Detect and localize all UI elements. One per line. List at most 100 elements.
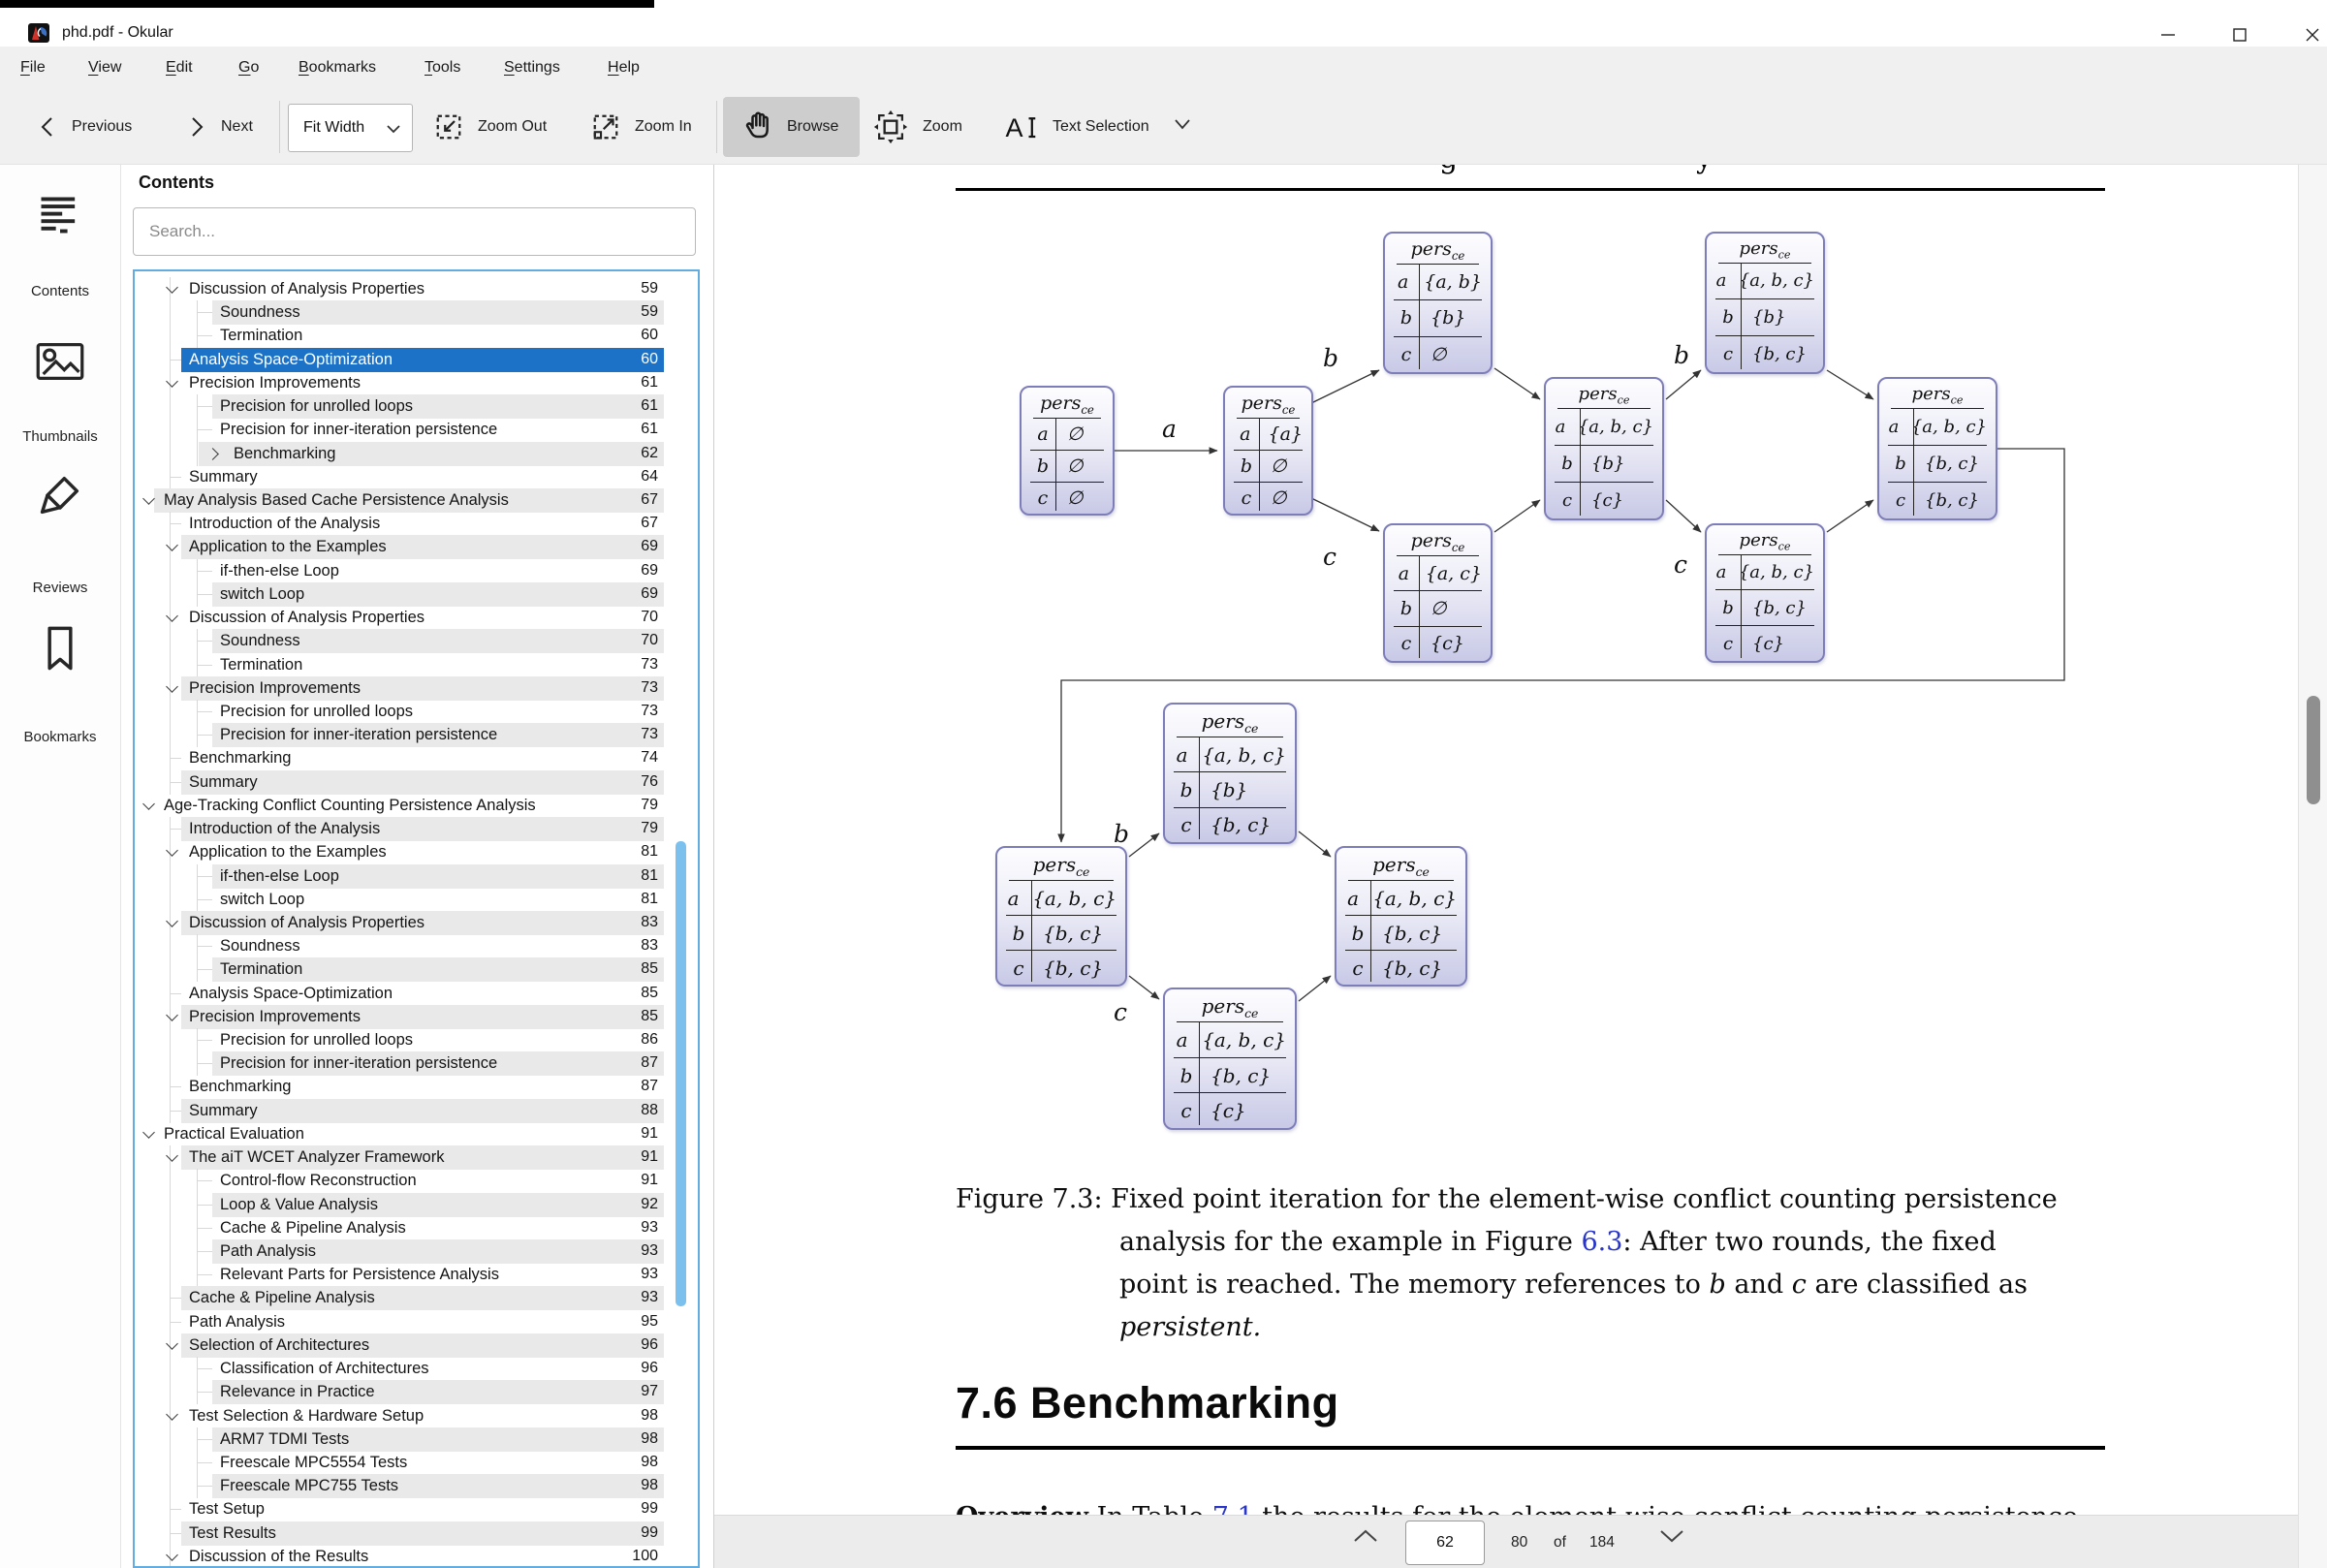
toc-row[interactable]: Selection of Architectures96 (135, 1333, 698, 1358)
toc-row[interactable]: Introduction of the Analysis67 (135, 512, 698, 536)
titlebar[interactable]: phd.pdf - Okular (0, 8, 2327, 47)
toc-row[interactable]: Soundness83 (135, 934, 698, 958)
toc-row[interactable]: Discussion of Analysis Properties59 (135, 277, 698, 301)
text-selection-button[interactable]: A Text Selection (1004, 89, 1169, 165)
chevron-expanded-icon[interactable] (166, 540, 178, 552)
rail-label-thumbnails[interactable]: Thumbnails (0, 428, 120, 445)
page-number-input[interactable]: 62 (1405, 1521, 1485, 1565)
toc-row[interactable]: The aiT WCET Analyzer Framework91 (135, 1145, 698, 1170)
toc-row[interactable]: Age-Tracking Conflict Counting Persisten… (135, 794, 698, 818)
toc-row[interactable]: Freescale MPC5554 Tests98 (135, 1451, 698, 1475)
search-input[interactable] (133, 207, 696, 256)
chevron-expanded-icon[interactable] (142, 798, 155, 810)
toc-row[interactable]: Relevance in Practice97 (135, 1380, 698, 1404)
toc-row[interactable]: Summary76 (135, 770, 698, 795)
chevron-expanded-icon[interactable] (166, 281, 178, 294)
toc-row[interactable]: Discussion of Analysis Properties70 (135, 606, 698, 630)
rail-label-contents[interactable]: Contents (0, 283, 120, 299)
toc-row[interactable]: Precision for inner-iteration persistenc… (135, 1051, 698, 1076)
pdf-page-view[interactable]: gy Figure 7.3: Fixed point iteration for… (714, 165, 2298, 1568)
chevron-expanded-icon[interactable] (166, 1408, 178, 1421)
toc-row[interactable]: Benchmarking74 (135, 746, 698, 770)
toc-row[interactable]: if-then-else Loop69 (135, 559, 698, 583)
toc-row[interactable]: Test Setup99 (135, 1497, 698, 1521)
toc-row[interactable]: Application to the Examples69 (135, 535, 698, 559)
toc-row[interactable]: Benchmarking87 (135, 1075, 698, 1099)
cross-reference-link[interactable]: 6.3 (1581, 1227, 1622, 1257)
chevron-expanded-icon[interactable] (166, 1337, 178, 1350)
toc-row[interactable]: Test Selection & Hardware Setup98 (135, 1404, 698, 1428)
toc-row[interactable]: Soundness59 (135, 300, 698, 325)
chevron-expanded-icon[interactable] (166, 680, 178, 693)
zoom-out-button[interactable]: Zoom Out (431, 89, 567, 165)
toc-row[interactable]: Precision for unrolled loops86 (135, 1028, 698, 1052)
previous-button[interactable]: Previous (29, 89, 184, 165)
chevron-expanded-icon[interactable] (166, 1009, 178, 1021)
toc-row[interactable]: Path Analysis95 (135, 1310, 698, 1334)
toc-row[interactable]: Control-flow Reconstruction91 (135, 1169, 698, 1193)
toc-row[interactable]: Precision Improvements73 (135, 676, 698, 701)
toc-row[interactable]: Termination60 (135, 324, 698, 348)
chevron-expanded-icon[interactable] (166, 915, 178, 927)
rail-item-thumbnails[interactable] (0, 336, 120, 392)
zoom-level-select[interactable]: Fit Width (288, 104, 413, 152)
toc-row[interactable]: switch Loop69 (135, 582, 698, 607)
toc-row[interactable]: Discussion of Analysis Properties83 (135, 911, 698, 935)
chevron-expanded-icon[interactable] (166, 375, 178, 388)
scrollbar-thumb[interactable] (2307, 696, 2320, 804)
toc-row[interactable]: Precision for unrolled loops61 (135, 394, 698, 419)
toc-row[interactable]: Summary64 (135, 465, 698, 489)
toc-row[interactable]: Introduction of the Analysis79 (135, 817, 698, 841)
toc-row[interactable]: Freescale MPC755 Tests98 (135, 1474, 698, 1498)
menu-bookmarks[interactable]: Bookmarks (293, 47, 382, 89)
toc-row[interactable]: Relevant Parts for Persistence Analysis9… (135, 1263, 698, 1287)
menu-edit[interactable]: Edit (160, 47, 199, 89)
toc-row[interactable]: Soundness70 (135, 629, 698, 653)
chevron-expanded-icon[interactable] (142, 492, 155, 505)
toc-row[interactable]: ARM7 TDMI Tests98 (135, 1427, 698, 1452)
previous-page-button[interactable] (1350, 1527, 1393, 1558)
menu-go[interactable]: Go (233, 47, 265, 89)
vertical-scrollbar[interactable] (2298, 165, 2327, 1568)
menu-file[interactable]: File (15, 47, 51, 89)
toc-row[interactable]: Path Analysis93 (135, 1239, 698, 1264)
menu-tools[interactable]: Tools (419, 47, 466, 89)
chevron-expanded-icon[interactable] (166, 610, 178, 622)
chevron-expanded-icon[interactable] (166, 1549, 178, 1561)
toc-row[interactable]: Discussion of the Results100 (135, 1545, 698, 1568)
toc-row[interactable]: switch Loop81 (135, 888, 698, 912)
toc-row[interactable]: Classification of Architectures96 (135, 1357, 698, 1381)
toc-row[interactable]: Analysis Space-Optimization60 (135, 348, 698, 372)
next-page-button[interactable] (1656, 1527, 1699, 1558)
toc-row[interactable]: Precision for unrolled loops73 (135, 700, 698, 724)
toc-row[interactable]: Precision Improvements61 (135, 371, 698, 395)
zoom-tool-button[interactable]: Zoom (872, 89, 989, 165)
toc-row[interactable]: Summary88 (135, 1099, 698, 1123)
toc-row[interactable]: Precision for inner-iteration persistenc… (135, 723, 698, 747)
toc-row[interactable]: Cache & Pipeline Analysis93 (135, 1286, 698, 1310)
toc-row[interactable]: Test Results99 (135, 1521, 698, 1546)
zoom-in-button[interactable]: Zoom In (588, 89, 710, 165)
toc-row[interactable]: if-then-else Loop81 (135, 864, 698, 889)
browse-tool-button[interactable]: Browse (723, 97, 860, 157)
toc-row[interactable]: Practical Evaluation91 (135, 1122, 698, 1146)
chevron-expanded-icon[interactable] (142, 1126, 155, 1139)
rail-label-bookmarks[interactable]: Bookmarks (0, 729, 120, 745)
rail-item-contents[interactable] (0, 191, 120, 246)
rail-item-bookmarks[interactable] (0, 623, 120, 678)
chevron-expanded-icon[interactable] (166, 844, 178, 857)
toc-row[interactable]: Termination73 (135, 653, 698, 677)
menu-view[interactable]: View (82, 47, 127, 89)
next-button[interactable]: Next (178, 89, 275, 165)
toc-row[interactable]: Benchmarking62 (135, 442, 698, 466)
toolbar-overflow-button[interactable] (1171, 112, 1210, 141)
toc-row[interactable]: Application to the Examples81 (135, 840, 698, 864)
toc-row[interactable]: May Analysis Based Cache Persistence Ana… (135, 488, 698, 513)
rail-item-reviews[interactable] (0, 470, 120, 525)
toc-row[interactable]: Termination85 (135, 957, 698, 982)
chevron-expanded-icon[interactable] (166, 1149, 178, 1162)
menu-settings[interactable]: Settings (498, 47, 566, 89)
toc-row[interactable]: Loop & Value Analysis92 (135, 1193, 698, 1217)
toc-row[interactable]: Precision Improvements85 (135, 1005, 698, 1029)
rail-label-reviews[interactable]: Reviews (0, 580, 120, 596)
